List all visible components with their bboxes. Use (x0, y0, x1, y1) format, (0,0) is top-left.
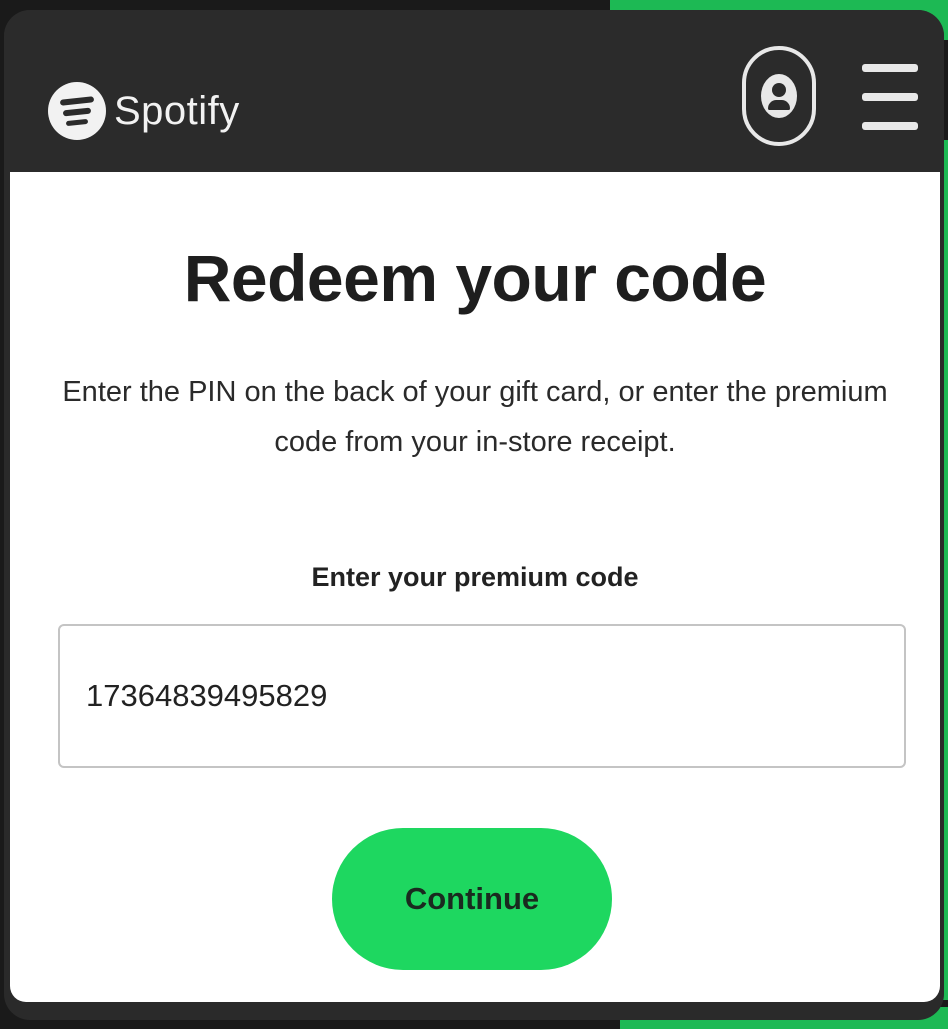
premium-code-input[interactable] (58, 624, 906, 768)
redeem-card: Redeem your code Enter the PIN on the ba… (10, 172, 940, 1002)
continue-button[interactable]: Continue (332, 828, 612, 970)
spotify-logo[interactable]: Spotify (48, 82, 240, 140)
page-title: Redeem your code (183, 241, 767, 315)
spotify-logo-icon (48, 82, 106, 140)
user-profile-icon (761, 74, 797, 118)
redeem-description: Enter the PIN on the back of your gift c… (62, 376, 888, 458)
user-profile-button[interactable] (742, 46, 816, 146)
premium-code-label: Enter your premium code (311, 562, 639, 592)
top-navigation-bar: Spotify (4, 10, 944, 180)
hamburger-menu-icon[interactable] (862, 64, 918, 130)
brand-name: Spotify (114, 88, 240, 133)
